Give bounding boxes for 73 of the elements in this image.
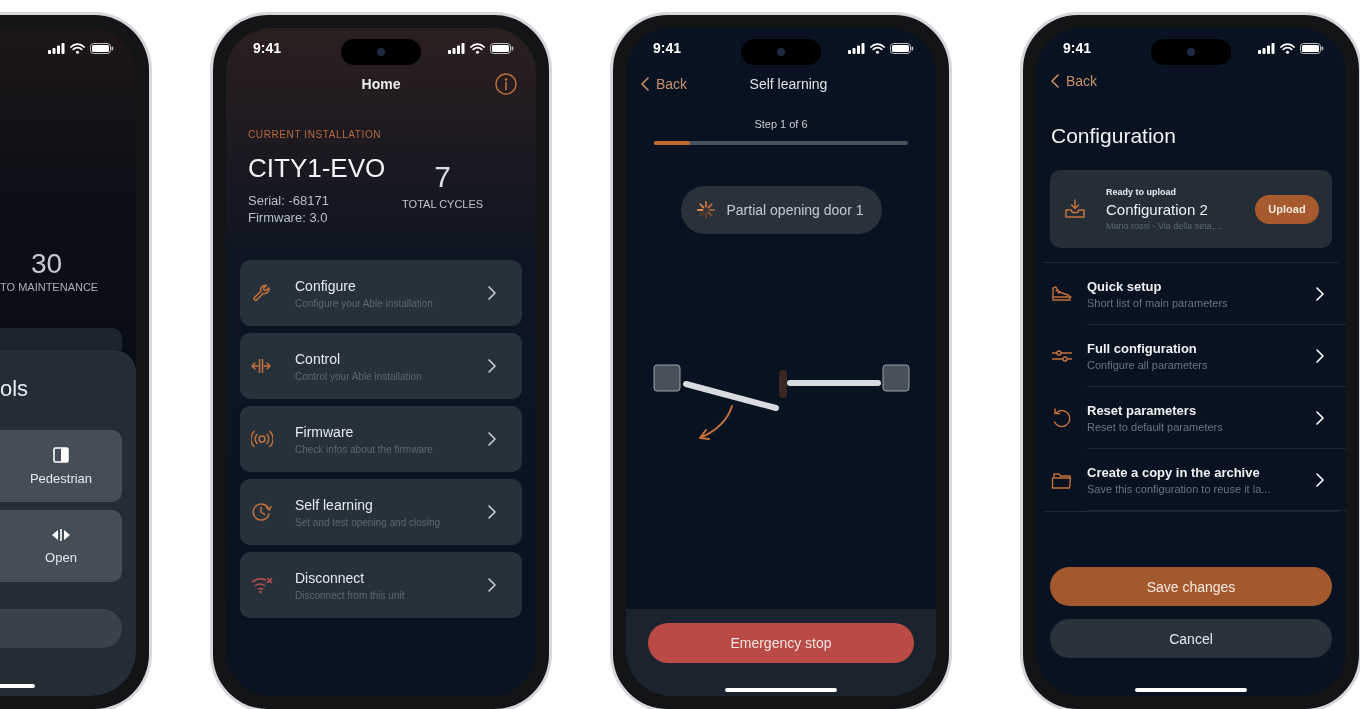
maintenance-count: 30: [30, 248, 63, 280]
arrows-apart-icon: [51, 527, 71, 542]
wifi-icon: [1280, 42, 1295, 54]
option-title: Create a copy in the archive: [1087, 464, 1260, 480]
wifi-icon: [470, 42, 485, 54]
signal-icon: [448, 42, 465, 54]
option-title: Quick setup: [1087, 278, 1162, 294]
chevron-right-icon: [488, 286, 496, 300]
signal-icon: [48, 42, 65, 54]
chevron-right-icon: [488, 432, 496, 446]
installation-name: CITY1-EVO: [248, 153, 386, 183]
option-title: Reset parameters: [1087, 402, 1197, 418]
step-label: Step 1 of 6: [754, 118, 808, 131]
info-icon: [495, 73, 517, 95]
battery-icon: [90, 42, 114, 54]
control-button[interactable]: Pedestrian: [0, 430, 122, 502]
option-subtitle: Configure all parameters: [1087, 358, 1208, 371]
status-time: 9:41: [253, 40, 282, 56]
option-subtitle: Short list of main parameters: [1087, 296, 1228, 309]
option-subtitle: Save this configuration to reuse it la...: [1087, 482, 1271, 495]
cycles-label: TOTAL CYCLES: [402, 197, 484, 211]
signal-icon: [1258, 42, 1275, 54]
menu-title: Control: [295, 350, 341, 367]
split-square-icon: [53, 446, 69, 463]
back-link[interactable]: Back: [641, 76, 688, 92]
section-label: CURRENT INSTALLATION: [248, 129, 383, 141]
chevron-left-icon: [1051, 74, 1059, 88]
menu-title: Firmware: [295, 423, 354, 440]
option-title: Full configuration: [1087, 340, 1197, 356]
menu-title: Configure: [295, 277, 356, 294]
maintenance-label: TO MAINTENANCE: [0, 280, 99, 294]
chevron-right-icon: [488, 359, 496, 373]
chevron-left-icon: [641, 77, 649, 91]
upload-button[interactable]: Upload: [1255, 194, 1319, 224]
chevron-right-icon: [1316, 472, 1324, 487]
battery-icon: [1300, 42, 1324, 54]
status-text: Partial opening door 1: [726, 202, 864, 218]
wifi-icon: [70, 42, 85, 54]
back-link[interactable]: Back: [1051, 73, 1098, 89]
chevron-right-icon: [488, 505, 496, 519]
option-row[interactable]: Full configuration Configure all parameters: [1036, 325, 1346, 387]
firmware-text: Firmware: 3.0: [248, 209, 328, 226]
cycles-count: 7: [434, 161, 451, 193]
status-time: 9:41: [1063, 40, 1092, 56]
spinner-icon: [694, 199, 717, 221]
screen-title: Home: [361, 76, 401, 92]
sheet-title: ols: [0, 376, 30, 402]
battery-icon: [890, 42, 914, 54]
menu-title: Self learning: [295, 496, 373, 513]
card-label: Ready to upload: [1106, 187, 1176, 197]
cancel-button[interactable]: Cancel: [1050, 619, 1332, 658]
serial-text: Serial: -68171: [248, 192, 329, 209]
save-button[interactable]: Save changes: [1050, 567, 1332, 606]
emergency-stop-button[interactable]: Emergency stop: [648, 623, 914, 663]
tray-download-icon: [1064, 198, 1086, 220]
chevron-right-icon: [488, 578, 496, 592]
control-button[interactable]: Open: [0, 510, 122, 582]
screen-title: Self learning: [749, 76, 828, 92]
option-row[interactable]: Reset parameters Reset to default parameters: [1036, 387, 1346, 449]
chevron-right-icon: [1316, 286, 1324, 301]
option-row[interactable]: Quick setup Short list of main parameters: [1036, 263, 1346, 325]
menu-title: Disconnect: [295, 569, 365, 586]
chevron-right-icon: [1316, 348, 1324, 363]
screen-title: Configuration: [1051, 123, 1177, 149]
home-indicator: [0, 684, 35, 688]
chevron-right-icon: [1316, 410, 1324, 425]
status-time: 9:41: [653, 40, 682, 56]
battery-icon: [490, 42, 514, 54]
option-subtitle: Reset to default parameters: [1087, 420, 1223, 433]
signal-icon: [848, 42, 865, 54]
card-title: Configuration 2: [1106, 201, 1208, 218]
curved-arrow: [699, 405, 733, 440]
wifi-icon: [870, 42, 885, 54]
